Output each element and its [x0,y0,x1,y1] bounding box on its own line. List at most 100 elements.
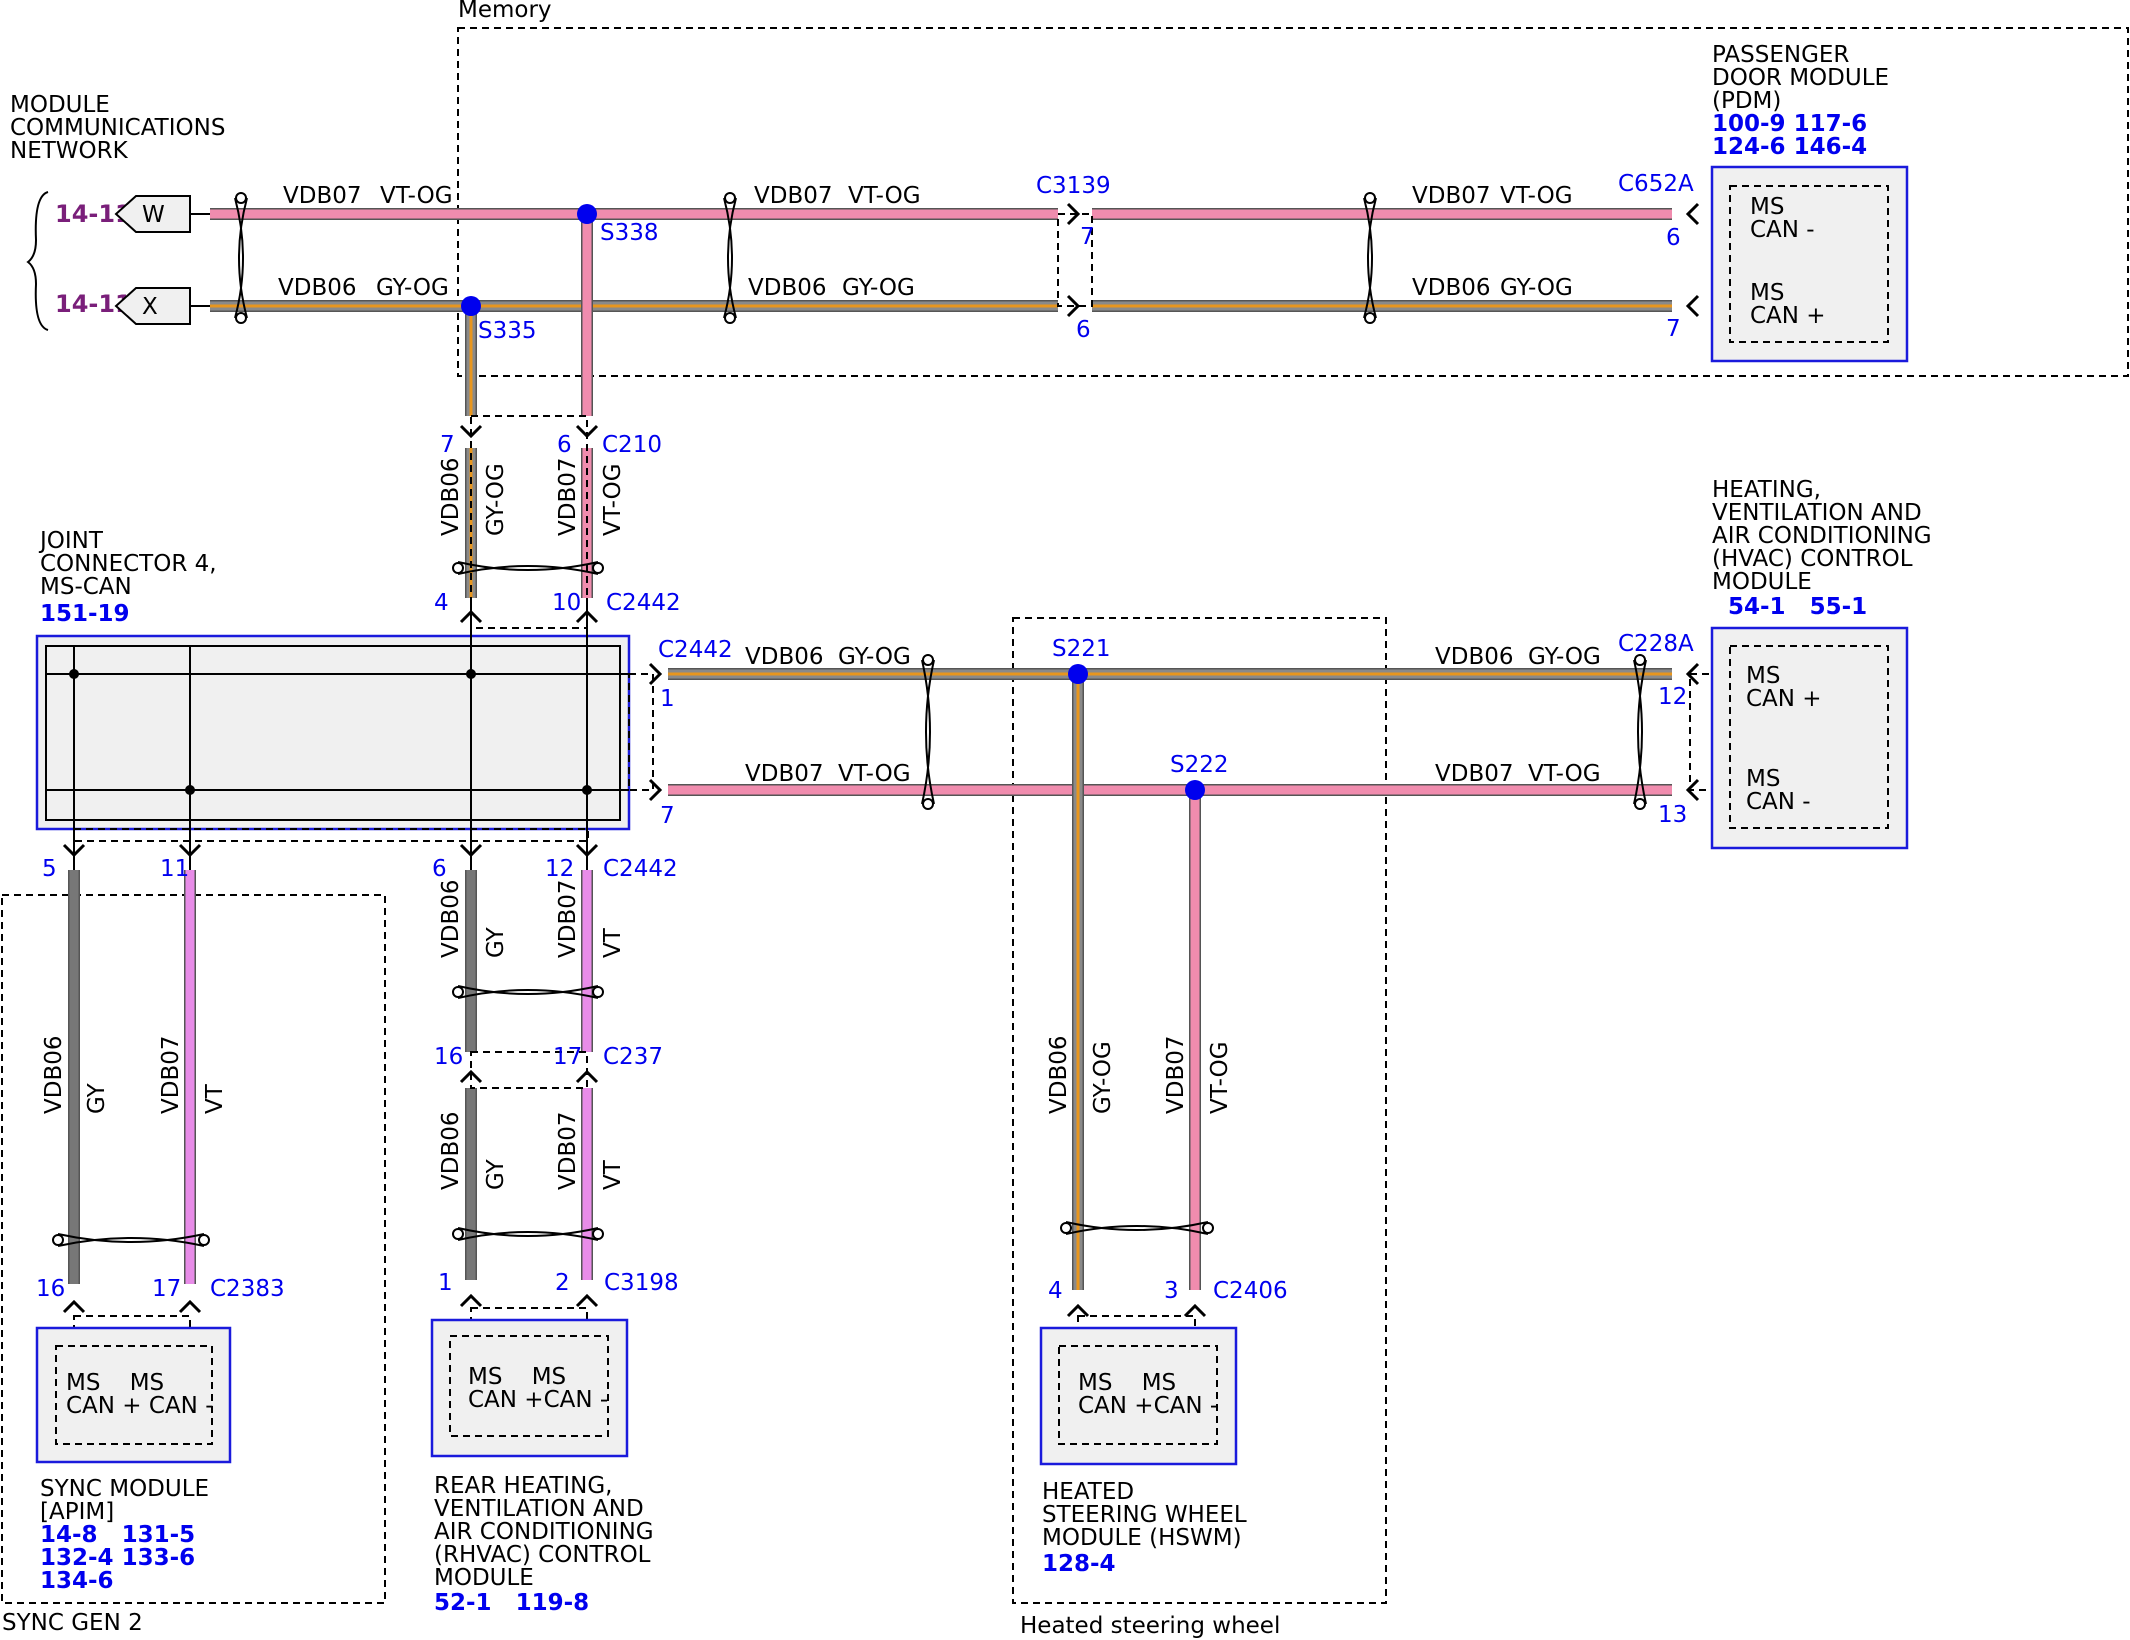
arrow-c3198-b [575,1293,599,1308]
lbl-vtog-h2: VT-OG [1528,761,1601,787]
arrow-c2383-b [178,1299,202,1314]
c2383-housing [73,1315,191,1329]
lbl-vdb07-b: VDB07 [754,183,833,209]
lbl-vtog-a: VT-OG [380,183,453,209]
memory-label: Memory [458,0,552,23]
splice-s335-label: S335 [478,318,537,344]
c210-label: C210 [602,432,662,458]
network-brace [26,191,49,331]
twist-top-3-t [1364,192,1376,204]
twist-mid-2-t [1634,654,1646,666]
jc-pin-5: 5 [42,856,57,882]
lbl-v-gyog-a: GY-OG [483,463,509,536]
lbl-vdb06-h2: VDB06 [1435,644,1514,670]
twist-top-1-b [235,312,247,324]
arrow-c3198-a [459,1293,483,1308]
c3139-pin-b: 6 [1076,317,1091,343]
hvac-pin-b: 13 [1658,802,1687,828]
lbl-v-vdb07-sync: VDB07 [158,1036,184,1115]
twist-c210-r [592,562,604,574]
twist-hswm-l [1060,1222,1072,1234]
twist-top-2-b [724,312,736,324]
lbl-v-vdb06-r2: VDB06 [438,1112,464,1191]
lbl-v-vdb06-a: VDB06 [438,458,464,537]
w-connector-label: W [142,202,165,228]
lbl-v-gy-r1: GY [483,926,509,958]
pdm-pin-a: 6 [1666,225,1681,251]
rhvac-name-5: MODULE [434,1565,534,1591]
hswm-ref[interactable]: 128-4 [1042,1551,1116,1577]
c3139-label: C3139 [1036,173,1111,199]
c3198-pin-b: 2 [555,1270,570,1296]
c2383-pin-b: 17 [152,1276,181,1302]
lbl-vdb07-a: VDB07 [283,183,362,209]
c2442-bot-label: C2442 [603,856,678,882]
twist-top-1-t [235,192,247,204]
lbl-vdb07-c: VDB07 [1412,183,1491,209]
arrow-pdm-b [1685,294,1700,318]
splice-s222-label: S222 [1170,752,1229,778]
c2383-pin-a: 16 [36,1276,65,1302]
jc-bottom-housing [73,828,589,842]
sync-gen2-label: SYNC GEN 2 [2,1610,143,1636]
lbl-v-gy-sync: GY [84,1082,110,1114]
twist-mid-1-t [922,654,934,666]
pdm-pin-a-t2: CAN - [1750,217,1815,243]
joint-name-3: MS-CAN [40,574,132,600]
rhvac-ref[interactable]: 52-1 119-8 [434,1590,589,1616]
arrow-pdm-a [1685,202,1700,226]
jc-node-2 [466,669,476,679]
lbl-gyog-h2: GY-OG [1528,644,1601,670]
c228a-housing [1689,673,1713,791]
c3139-pin-a: 7 [1080,224,1095,250]
lbl-vtog-h1: VT-OG [838,761,911,787]
c210-pin-b: 6 [557,432,572,458]
hvac-name-5: MODULE [1712,569,1812,595]
joint-ref[interactable]: 151-19 [40,601,130,627]
c237-pin-a: 16 [434,1044,463,1070]
jc-node-3 [582,785,592,795]
c2406-pin-a: 4 [1048,1278,1063,1304]
twist-top-2-t [724,192,736,204]
c2442-right-pin-1: 1 [660,686,675,712]
lbl-gyog-a: GY-OG [376,275,449,301]
lbl-vdb06-b: VDB06 [748,275,827,301]
twist-rhvac-1-r [592,986,604,998]
lbl-v-vdb06-hswm: VDB06 [1046,1036,1072,1115]
arrow-c210-b [575,424,599,439]
c2406-housing [1077,1315,1196,1329]
hswm-name-3: MODULE (HSWM) [1042,1525,1242,1551]
twist-rhvac-2-l [452,1228,464,1240]
sync-pin-t2: CAN + CAN - [66,1393,214,1419]
c210-pin-a: 7 [440,432,455,458]
lbl-v-vt-r1: VT [600,927,626,958]
pdm-pin-b: 7 [1666,316,1681,342]
heated-sw-label: Heated steering wheel [1020,1613,1280,1639]
splice-s221-label: S221 [1052,636,1111,662]
arrow-c2406-b [1183,1303,1207,1318]
lbl-v-vdb07-r2: VDB07 [555,1112,581,1191]
arrow-c2406-a [1066,1303,1090,1318]
hvac-pin-a: 12 [1658,684,1687,710]
lbl-v-vtog-a: VT-OG [600,463,626,536]
lbl-vtog-b: VT-OG [848,183,921,209]
lbl-vdb06-h1: VDB06 [745,644,824,670]
splice-s338-label: S338 [600,220,659,246]
hvac-pin-a-t2: CAN + [1746,686,1822,712]
c2442-top-label: C2442 [606,590,681,616]
lbl-v-vdb07-r1: VDB07 [555,880,581,959]
hvac-ref[interactable]: 54-1 55-1 [1728,594,1867,620]
pdm-ref-2[interactable]: 124-6 146-4 [1712,134,1867,160]
twist-top-3-b [1364,312,1376,324]
c652a-label: C652A [1618,171,1694,197]
lbl-v-vdb06-r1: VDB06 [438,880,464,959]
c2442-right-housing [628,673,654,791]
twist-sync-r [198,1234,210,1246]
splice-s222 [1185,780,1205,800]
sync-ref-3[interactable]: 134-6 [40,1568,114,1594]
c237-label: C237 [603,1044,663,1070]
lbl-v-gyog-hswm: GY-OG [1090,1041,1116,1114]
c2442-top-pin-a: 4 [434,590,449,616]
splice-s338 [577,204,597,224]
lbl-v-vdb06-sync: VDB06 [41,1036,67,1115]
